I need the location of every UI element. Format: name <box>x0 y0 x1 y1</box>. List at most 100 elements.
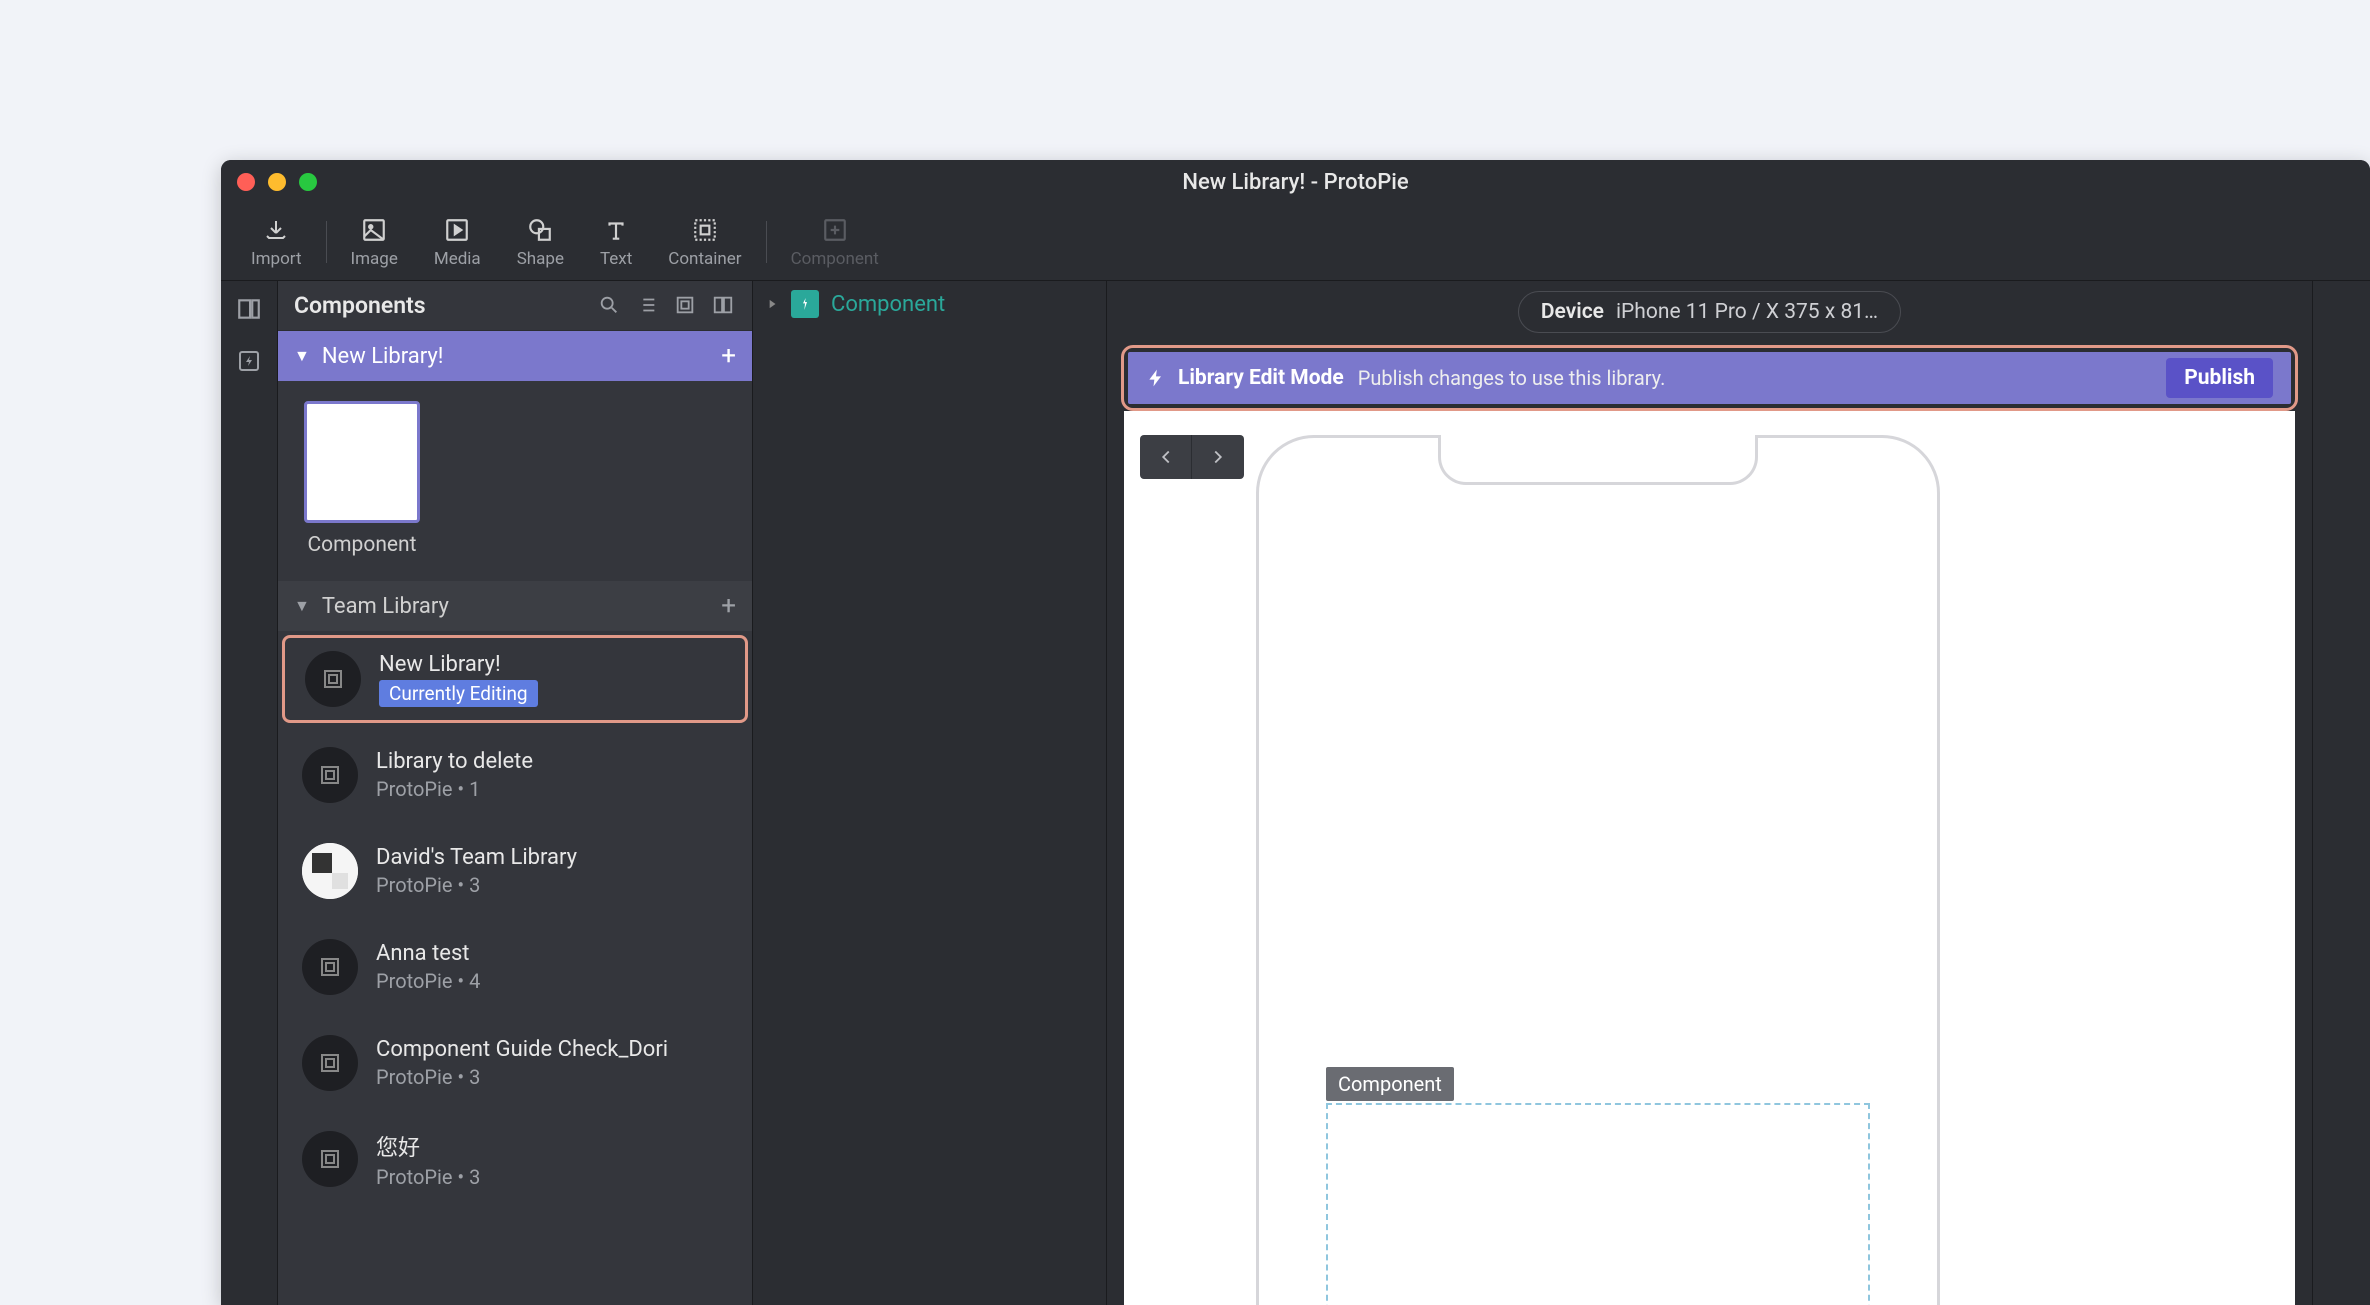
library-item[interactable]: Anna test ProtoPie • 4 <box>278 923 752 1011</box>
components-sidebar: Components ▼ <box>278 281 753 1305</box>
right-rail <box>2312 281 2370 1305</box>
grid-icon[interactable] <box>674 294 698 318</box>
component-icon <box>822 215 848 245</box>
tool-label: Component <box>791 249 879 269</box>
nav-forward-button[interactable] <box>1192 435 1244 479</box>
library-info: David's Team Library ProtoPie • 3 <box>376 845 577 897</box>
nav-arrows <box>1140 435 1244 479</box>
active-library-name: New Library! <box>322 344 721 369</box>
container-tool[interactable]: Container <box>650 211 759 273</box>
canvas-panel: Device iPhone 11 Pro / X 375 x 81… Libra… <box>1107 281 2312 1305</box>
tool-label: Media <box>434 249 481 269</box>
library-name: Library to delete <box>376 749 533 774</box>
device-selector[interactable]: Device iPhone 11 Pro / X 375 x 81… <box>1518 291 1901 333</box>
sidebar-actions <box>598 294 736 318</box>
library-meta: ProtoPie • 3 <box>376 873 577 897</box>
library-item-current[interactable]: New Library! Currently Editing <box>282 635 748 723</box>
canvas-spacer <box>1124 411 2295 429</box>
library-item[interactable]: David's Team Library ProtoPie • 3 <box>278 827 752 915</box>
close-window-button[interactable] <box>237 173 255 191</box>
library-info: New Library! Currently Editing <box>379 652 538 707</box>
publish-button[interactable]: Publish <box>2166 358 2273 398</box>
library-icon <box>302 747 358 803</box>
columns-icon[interactable] <box>712 294 736 318</box>
library-info: Library to delete ProtoPie • 1 <box>376 749 533 801</box>
layers-panel: Component <box>753 281 1107 1305</box>
library-name: New Library! <box>379 652 538 677</box>
component-tag[interactable]: Component <box>1326 1067 1454 1101</box>
chevron-right-icon[interactable] <box>765 297 779 311</box>
library-name: David's Team Library <box>376 845 577 870</box>
device-value: iPhone 11 Pro / X 375 x 81… <box>1616 300 1878 324</box>
media-tool[interactable]: Media <box>416 211 499 273</box>
library-info: Component Guide Check_Dori ProtoPie • 3 <box>376 1037 668 1089</box>
team-library-name: Team Library <box>322 594 721 619</box>
bolt-icon[interactable] <box>235 347 263 375</box>
panels-icon[interactable] <box>235 295 263 323</box>
toolbar: Import Image Media Shape Text <box>221 204 2370 281</box>
component-tool: Component <box>773 211 897 273</box>
publish-mode-label: Library Edit Mode <box>1178 366 1344 390</box>
image-tool[interactable]: Image <box>333 211 416 273</box>
library-meta: ProtoPie • 3 <box>376 1065 668 1089</box>
shape-tool[interactable]: Shape <box>499 211 582 273</box>
download-icon <box>264 215 288 245</box>
tool-label: Container <box>668 249 741 269</box>
nav-back-button[interactable] <box>1140 435 1192 479</box>
publish-bar: Library Edit Mode Publish changes to use… <box>1128 352 2291 404</box>
library-icon <box>302 1035 358 1091</box>
library-meta: ProtoPie • 4 <box>376 969 480 993</box>
team-library-header[interactable]: ▼ Team Library + <box>278 581 752 631</box>
maximize-window-button[interactable] <box>299 173 317 191</box>
library-item[interactable]: 您好 ProtoPie • 3 <box>278 1115 752 1203</box>
library-info: 您好 ProtoPie • 3 <box>376 1130 480 1189</box>
list-icon[interactable] <box>636 294 660 318</box>
component-placeholder[interactable] <box>1326 1103 1870 1305</box>
minimize-window-button[interactable] <box>268 173 286 191</box>
library-item[interactable]: Component Guide Check_Dori ProtoPie • 3 <box>278 1019 752 1107</box>
library-info: Anna test ProtoPie • 4 <box>376 941 480 993</box>
left-rail <box>221 281 278 1305</box>
component-label[interactable]: Component <box>831 292 945 317</box>
library-name: Component Guide Check_Dori <box>376 1037 668 1062</box>
search-icon[interactable] <box>598 294 622 318</box>
plus-icon[interactable]: + <box>721 591 736 621</box>
sidebar-title: Components <box>294 292 598 319</box>
text-icon <box>603 215 629 245</box>
device-notch <box>1438 435 1758 485</box>
main-area: Components ▼ <box>221 281 2370 1305</box>
component-badge-icon <box>791 290 819 318</box>
publish-hint: Publish changes to use this library. <box>1358 366 2167 390</box>
component-item[interactable]: Component <box>304 401 420 557</box>
library-avatar <box>302 843 358 899</box>
import-tool[interactable]: Import <box>233 211 320 273</box>
plus-icon[interactable]: + <box>721 341 736 371</box>
tool-label: Shape <box>517 249 564 269</box>
library-meta: ProtoPie • 3 <box>376 1165 480 1189</box>
library-name: Anna test <box>376 941 480 966</box>
divider <box>766 221 767 263</box>
component-grid: Component <box>278 381 752 581</box>
text-tool[interactable]: Text <box>582 211 650 273</box>
library-icon <box>302 939 358 995</box>
window-title: New Library! - ProtoPie <box>1182 170 1408 195</box>
chevron-down-icon: ▼ <box>294 596 310 616</box>
component-thumbnail[interactable] <box>304 401 420 523</box>
library-meta: ProtoPie • 1 <box>376 777 533 801</box>
library-item[interactable]: Library to delete ProtoPie • 1 <box>278 731 752 819</box>
sidebar-header: Components <box>278 281 752 331</box>
media-icon <box>444 215 470 245</box>
publish-bar-highlight: Library Edit Mode Publish changes to use… <box>1121 345 2298 411</box>
editing-badge: Currently Editing <box>379 680 538 707</box>
component-label: Component <box>307 533 416 557</box>
active-library-header[interactable]: ▼ New Library! + <box>278 331 752 381</box>
library-icon <box>305 651 361 707</box>
tool-label: Import <box>251 249 302 269</box>
bolt-icon <box>1146 368 1166 388</box>
canvas-body[interactable]: Component <box>1124 429 2295 1305</box>
app-window: New Library! - ProtoPie Import Image Med… <box>221 160 2370 1305</box>
library-name: 您好 <box>376 1130 480 1162</box>
image-icon <box>361 215 387 245</box>
layers-header: Component <box>753 281 1106 327</box>
chevron-down-icon: ▼ <box>294 346 310 366</box>
